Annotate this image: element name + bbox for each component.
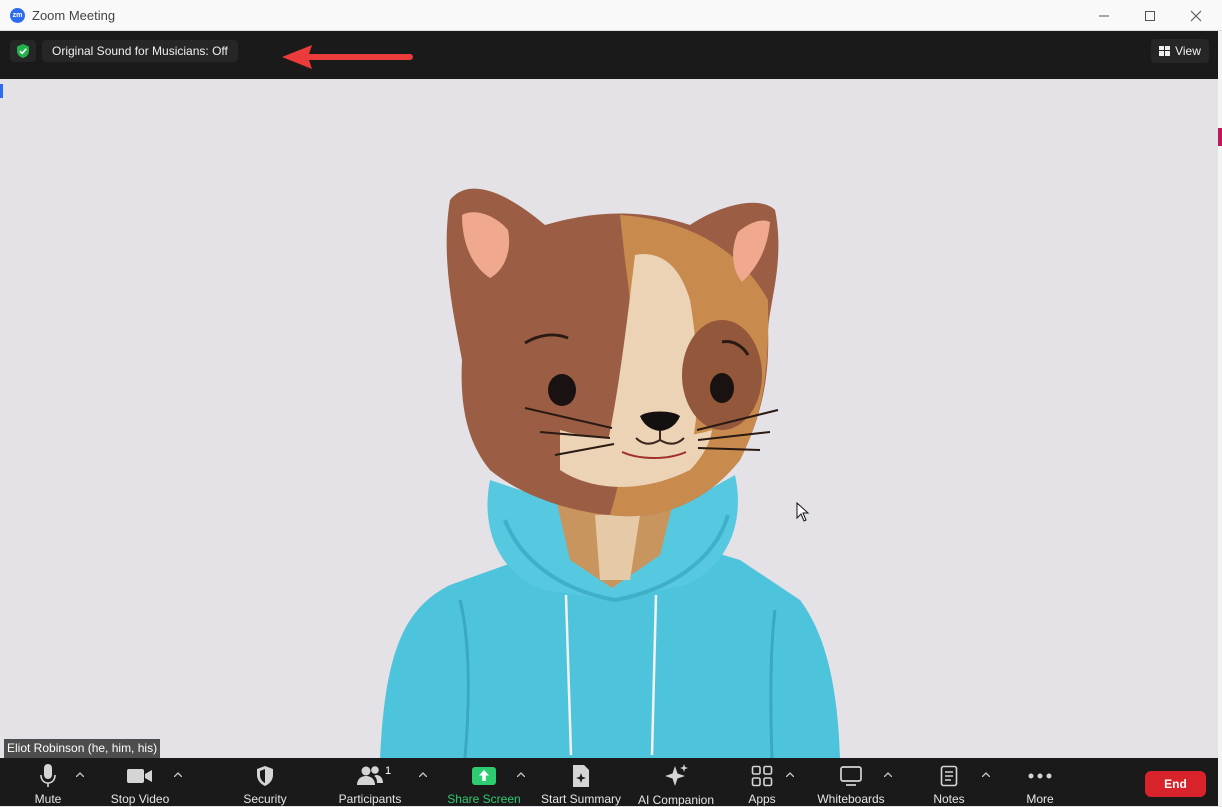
- start-summary-label: Start Summary: [540, 792, 621, 806]
- grid-view-icon: [1159, 46, 1171, 56]
- stop-video-label: Stop Video: [110, 792, 170, 806]
- mouse-cursor-icon: [796, 502, 810, 522]
- ai-companion-button[interactable]: AI Companion: [634, 758, 718, 807]
- original-sound-toggle[interactable]: Original Sound for Musicians: Off: [42, 40, 238, 62]
- whiteboards-button[interactable]: Whiteboards: [814, 758, 888, 806]
- share-screen-icon: [472, 766, 496, 785]
- apps-label: Apps: [748, 792, 776, 806]
- mute-label: Mute: [34, 792, 62, 806]
- apps-grid-icon: [751, 765, 773, 786]
- meeting-top-bar: Original Sound for Musicians: Off View: [0, 31, 1218, 79]
- security-shield-icon: [257, 765, 273, 786]
- whiteboards-options-caret[interactable]: [882, 768, 894, 780]
- chevron-up-icon: [786, 771, 794, 777]
- participants-button[interactable]: Participants: [336, 758, 404, 806]
- sparkle-icon: [665, 764, 688, 786]
- cat-avatar-image: [380, 188, 840, 758]
- edge-marker: [1218, 128, 1222, 146]
- whiteboards-label: Whiteboards: [817, 792, 885, 806]
- chevron-up-icon: [174, 771, 182, 777]
- start-summary-button[interactable]: Start Summary: [538, 758, 624, 806]
- focus-marker: [0, 84, 3, 98]
- more-label: More: [1026, 792, 1054, 806]
- minimize-button[interactable]: [1081, 0, 1127, 31]
- zoom-logo-icon: zm: [10, 8, 25, 23]
- security-button[interactable]: Security: [236, 758, 294, 806]
- audio-options-caret[interactable]: [74, 768, 86, 780]
- chevron-up-icon: [517, 771, 525, 777]
- share-screen-button[interactable]: Share Screen: [446, 758, 522, 806]
- whiteboard-icon: [840, 765, 862, 786]
- share-screen-label: Share Screen: [447, 792, 521, 806]
- chevron-up-icon: [982, 771, 990, 777]
- notes-label: Notes: [933, 792, 965, 806]
- maximize-icon: [1145, 10, 1155, 21]
- apps-button[interactable]: Apps: [742, 758, 782, 806]
- end-meeting-button[interactable]: End: [1145, 771, 1206, 797]
- stop-video-button[interactable]: Stop Video: [108, 758, 172, 806]
- notes-icon: [940, 765, 958, 786]
- close-window-button[interactable]: [1173, 0, 1219, 31]
- security-label: Security: [243, 792, 287, 806]
- video-camera-icon: [127, 768, 152, 783]
- apps-options-caret[interactable]: [784, 768, 796, 780]
- maximize-button[interactable]: [1127, 0, 1173, 31]
- chevron-up-icon: [419, 771, 427, 777]
- annotation-arrow-icon: [282, 45, 413, 69]
- participants-options-caret[interactable]: [417, 768, 429, 780]
- window-title-bar: zm Zoom Meeting: [0, 0, 1222, 31]
- mute-button[interactable]: Mute: [22, 758, 74, 806]
- participants-count: 1: [385, 765, 392, 777]
- chevron-up-icon: [884, 771, 892, 777]
- participant-video: [0, 79, 1218, 758]
- participant-name-tag: Eliot Robinson (he, him, his): [4, 739, 161, 758]
- shield-check-icon: [17, 44, 29, 58]
- more-dots-icon: [1028, 773, 1052, 778]
- view-label: View: [1175, 44, 1201, 58]
- window-title: Zoom Meeting: [32, 8, 116, 23]
- close-icon: [1190, 10, 1202, 21]
- share-options-caret[interactable]: [515, 768, 527, 780]
- notes-button[interactable]: Notes: [926, 758, 972, 806]
- view-button[interactable]: View: [1151, 39, 1209, 63]
- participants-icon: [357, 765, 383, 785]
- microphone-icon: [40, 763, 56, 787]
- summary-document-icon: [573, 764, 589, 787]
- notes-options-caret[interactable]: [980, 768, 992, 780]
- encryption-shield-button[interactable]: [10, 40, 36, 62]
- more-button[interactable]: More: [1018, 758, 1062, 806]
- meeting-controls-toolbar: Mute Stop Video Security Participants 1 …: [0, 758, 1218, 807]
- participants-label: Participants: [338, 792, 402, 806]
- ai-companion-label: AI Companion: [637, 793, 715, 807]
- minimize-icon: [1099, 15, 1109, 16]
- video-options-caret[interactable]: [172, 768, 184, 780]
- chevron-up-icon: [76, 771, 84, 777]
- window-edge: [1218, 31, 1222, 806]
